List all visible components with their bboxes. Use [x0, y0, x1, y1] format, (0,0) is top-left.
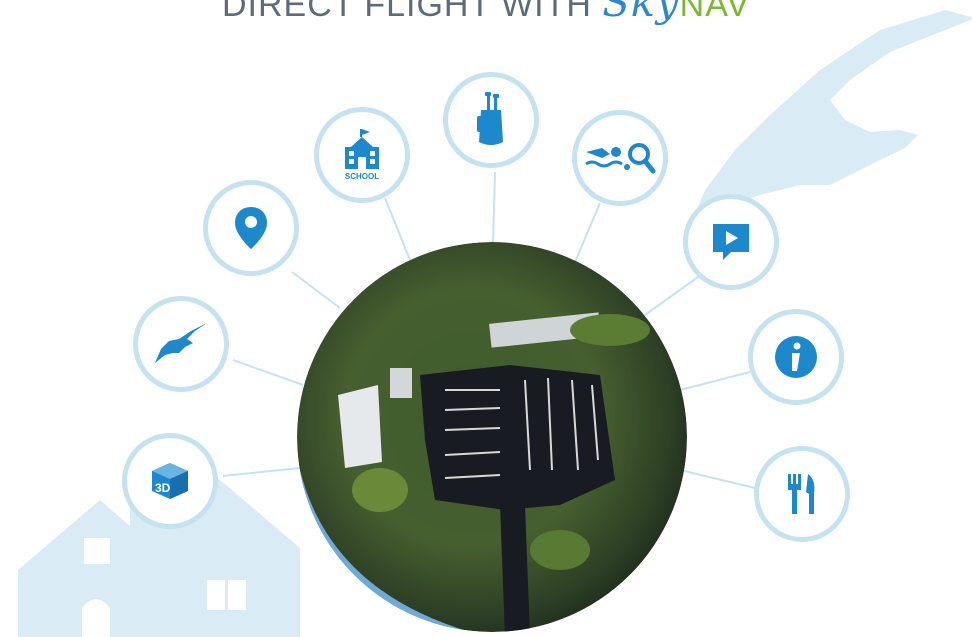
info-icon [775, 336, 817, 378]
decorative-seagull-icon [690, 10, 972, 225]
fork-knife-icon [788, 474, 815, 514]
page-title: DIRECT FLIGHT WITH SkyNAV [0, 0, 972, 26]
golf-bag-icon [477, 92, 503, 145]
skynav-infographic: DIRECT FLIGHT WITH SkyNAV 3D SCHOOL [0, 0, 972, 637]
node-flyover[interactable] [133, 296, 229, 392]
school-icon: SCHOOL [345, 129, 379, 181]
node-video[interactable] [683, 194, 779, 290]
node-school[interactable]: SCHOOL [314, 107, 410, 203]
node-dining[interactable] [754, 446, 850, 542]
map-pin-icon [235, 207, 267, 249]
node-info[interactable] [748, 309, 844, 405]
video-play-icon [713, 224, 749, 260]
node-golf[interactable] [443, 72, 539, 168]
brand-logo-sky: Sky [602, 0, 680, 26]
node-recreation[interactable] [572, 110, 668, 206]
svg-text:3D: 3D [155, 481, 171, 495]
node-location[interactable] [203, 180, 299, 276]
3d-cube-icon: 3D [152, 463, 188, 499]
node-3d-view[interactable]: 3D [122, 433, 218, 529]
school-label: SCHOOL [345, 172, 379, 181]
title-prefix: DIRECT FLIGHT WITH [221, 0, 603, 24]
aerial-globe-hub[interactable] [294, 242, 687, 637]
swim-tennis-icon [585, 143, 656, 174]
brand-logo-nav: NAV [679, 0, 751, 24]
bird-icon [155, 323, 207, 363]
